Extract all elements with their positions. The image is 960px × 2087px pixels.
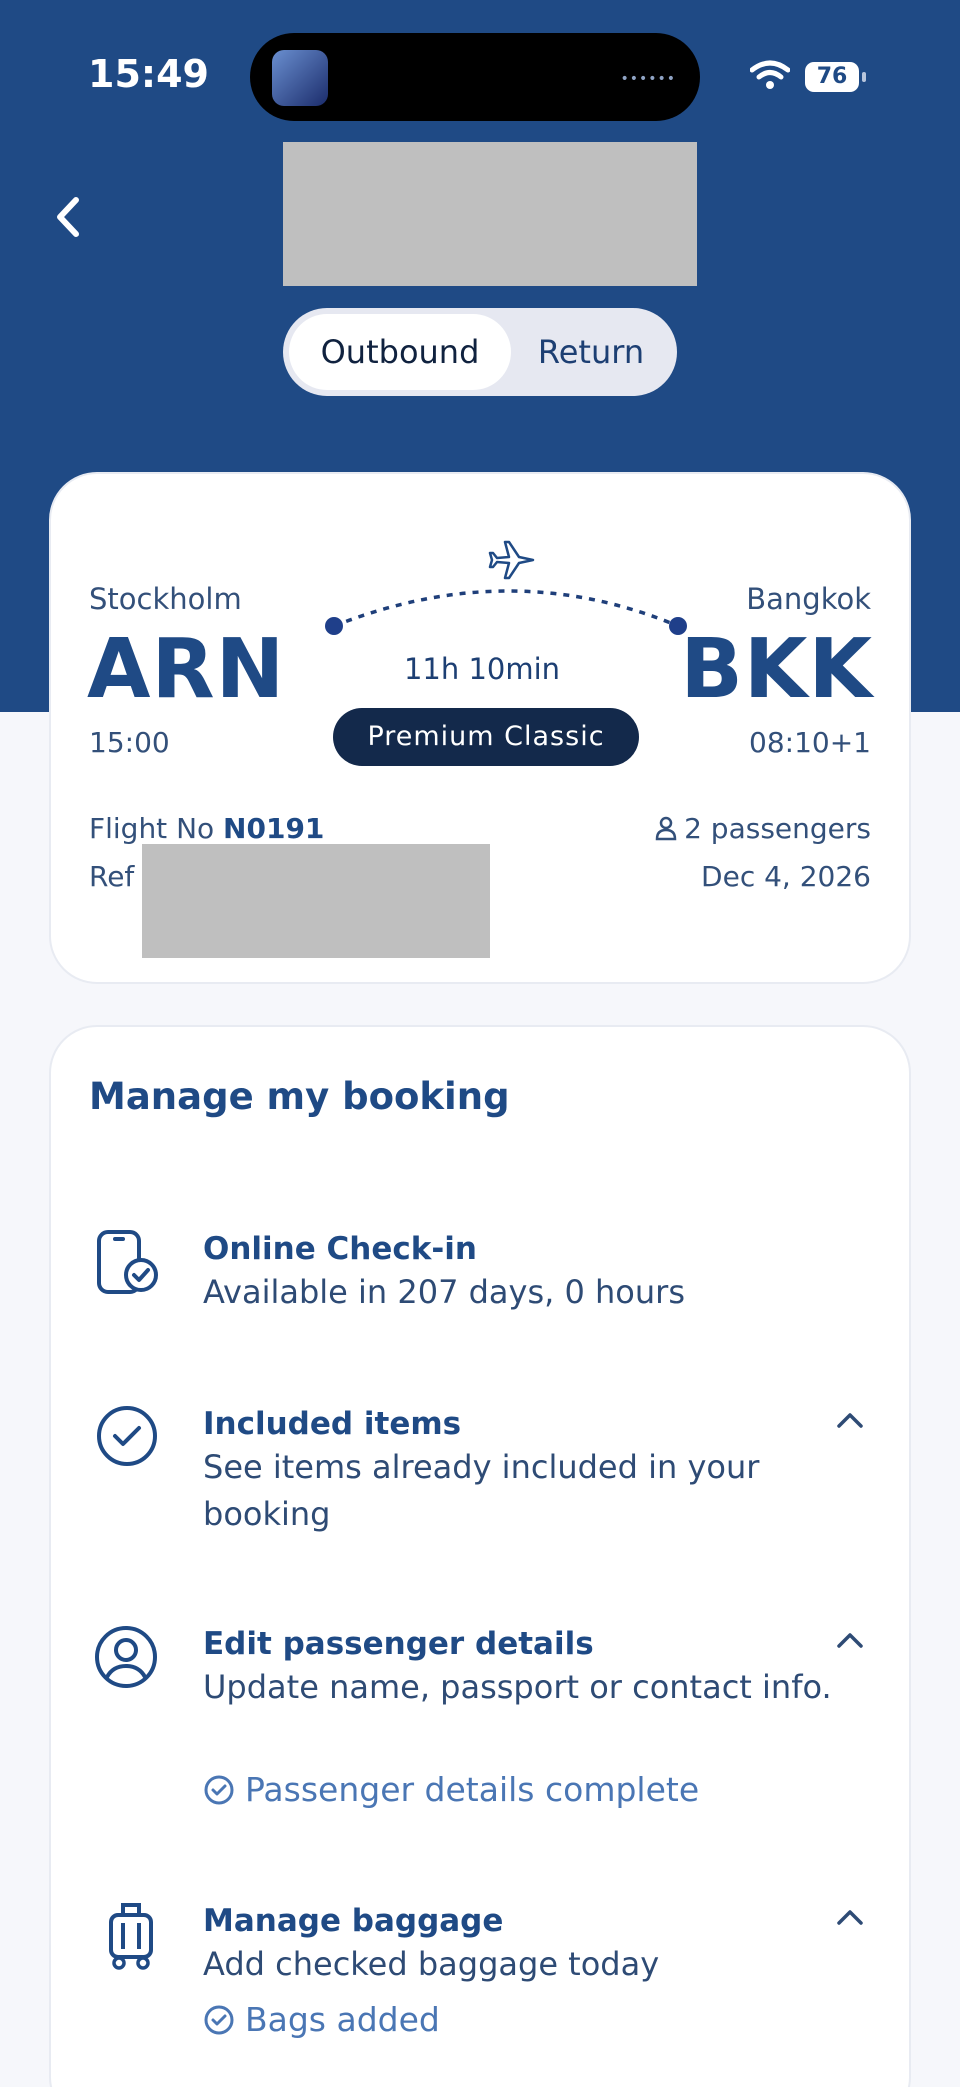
flight-number: Flight No N0191 [89,812,324,845]
flight-number-value: N0191 [223,812,325,845]
flight-number-label: Flight No [89,812,215,845]
route-arc [325,540,687,635]
chevron-up-icon[interactable] [835,1410,865,1430]
passenger-count-text: 2 passengers [684,812,871,845]
checkin-title: Online Check-in [203,1231,477,1267]
chevron-up-icon[interactable] [835,1630,865,1650]
check-circle-small-icon [204,1775,234,1805]
flight-summary-card: Stockholm ARN 15:00 Bangkok BKK 08:10+1 … [49,472,911,984]
manage-booking-card: Manage my booking Online Check-in Availa… [49,1025,911,2087]
redacted-booking-ref [142,844,490,958]
baggage-status: Bags added [203,2000,440,2039]
baggage-title: Manage baggage [203,1903,504,1939]
island-indicator: •••••• [620,71,676,87]
included-items-title: Included items [203,1406,462,1442]
checkin-desc: Available in 207 days, 0 hours [203,1273,685,1311]
baggage-status-text: Bags added [245,2000,440,2039]
cabin-class-badge: Premium Classic [333,708,639,766]
status-time: 15:49 [88,52,209,96]
tab-outbound[interactable]: Outbound [289,314,511,390]
check-circle-icon [97,1406,157,1466]
battery-nub [862,72,866,82]
plane-icon [488,540,535,580]
wifi-icon [750,60,790,89]
person-icon [655,816,677,841]
passenger-details-desc: Update name, passport or contact info. [203,1668,832,1706]
passenger-details-status: Passenger details complete [203,1770,699,1809]
back-button[interactable] [48,192,88,242]
user-circle-icon [95,1626,157,1688]
check-circle-small-icon [204,2005,234,2035]
destination-city: Bangkok [746,582,871,616]
manage-booking-title: Manage my booking [89,1075,510,1118]
redacted-page-title [283,142,697,286]
now-playing-thumbnail [272,50,328,106]
direction-toggle: Outbound Return [283,308,677,396]
phone-check-icon [97,1230,158,1294]
passenger-details-status-text: Passenger details complete [245,1770,700,1809]
destination-time: 08:10+1 [749,726,871,759]
booking-ref-label: Ref [89,860,135,893]
origin-time: 15:00 [89,726,170,759]
luggage-icon [109,1903,153,1970]
dynamic-island: •••••• [250,33,700,121]
flight-date: Dec 4, 2026 [701,860,871,893]
baggage-desc: Add checked baggage today [203,1945,660,1983]
flight-duration: 11h 10min [403,652,561,686]
included-items-desc: See items already included in your booki… [203,1448,760,1533]
battery-indicator: 76 [805,62,859,92]
tab-return[interactable]: Return [511,314,671,390]
origin-city: Stockholm [89,582,242,616]
passenger-count: 2 passengers [654,812,871,845]
passenger-details-title: Edit passenger details [203,1626,594,1662]
chevron-up-icon[interactable] [835,1907,865,1927]
